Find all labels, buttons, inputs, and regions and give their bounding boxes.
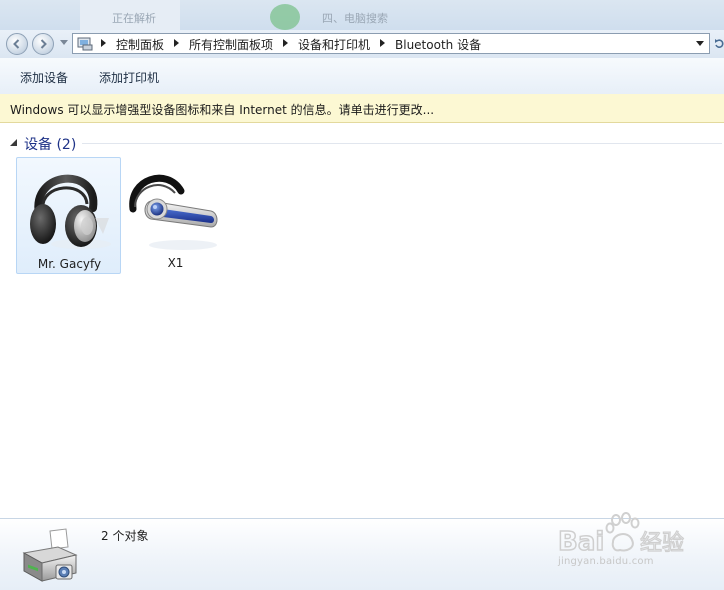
breadcrumb-separator-icon [101, 39, 106, 47]
address-bar[interactable]: 控制面板 所有控制面板项 设备和打印机 Bluetooth 设备 [72, 33, 710, 54]
command-toolbar: 添加设备 添加打印机 [0, 58, 724, 95]
control-panel-icon [77, 37, 93, 51]
background-text-left: 正在解析 [112, 12, 156, 25]
back-button[interactable] [6, 33, 28, 55]
device-tile-headset[interactable]: X1 [123, 157, 228, 274]
breadcrumb-item-devices-printers[interactable]: 设备和打印机 [298, 36, 370, 53]
svg-text:经验: 经验 [640, 531, 684, 556]
devices-group-header[interactable]: 设备 (2) [10, 133, 722, 153]
explorer-window: 正在解析 四、电脑搜索 控制面板 所有控制面板项 设备和打印机 Bluetoot… [0, 0, 724, 590]
refresh-icon[interactable] [714, 39, 724, 49]
forward-arrow-icon [40, 39, 47, 49]
bluetooth-headset-icon [129, 174, 218, 250]
headphones-icon [30, 174, 111, 249]
breadcrumb-item-all-items[interactable]: 所有控制面板项 [189, 36, 273, 53]
baidu-jingyan-logo: Bai 经验 [557, 512, 685, 556]
breadcrumb-separator-icon[interactable] [380, 39, 385, 47]
background-window-strip: 正在解析 四、电脑搜索 [0, 0, 724, 30]
devices-group-title: 设备 (2) [24, 137, 77, 153]
history-dropdown-icon[interactable] [60, 40, 68, 46]
breadcrumb-item-control-panel[interactable]: 控制面板 [116, 36, 164, 53]
breadcrumb-item-bluetooth[interactable]: Bluetooth 设备 [395, 36, 481, 53]
navigation-bar: 控制面板 所有控制面板项 设备和打印机 Bluetooth 设备 [0, 30, 724, 59]
info-bar[interactable]: Windows 可以显示增强型设备图标和来自 Internet 的信息。请单击进… [0, 94, 724, 123]
printer-icon [22, 528, 78, 582]
breadcrumb-separator-icon[interactable] [174, 39, 179, 47]
baidu-watermark: Bai 经验 jingyan.baidu.com [556, 512, 716, 572]
svg-text:Bai: Bai [558, 527, 604, 556]
group-divider [82, 143, 722, 144]
background-text-right: 四、电脑搜索 [322, 12, 388, 25]
info-bar-text: Windows 可以显示增强型设备图标和来自 Internet 的信息。请单击进… [10, 103, 435, 117]
device-list-pane: 设备 (2) Mr. Gacyfy X1 [0, 123, 724, 518]
forward-button[interactable] [32, 33, 54, 55]
watermark-url: jingyan.baidu.com [558, 556, 654, 567]
device-tile-headphones[interactable]: Mr. Gacyfy [16, 157, 121, 274]
add-device-button[interactable]: 添加设备 [20, 69, 68, 86]
back-arrow-icon [13, 39, 20, 49]
add-printer-button[interactable]: 添加打印机 [99, 69, 159, 86]
object-count: 2 个对象 [101, 529, 149, 543]
collapse-triangle-icon[interactable] [10, 139, 17, 146]
breadcrumb-separator-icon[interactable] [283, 39, 288, 47]
device-label: Mr. Gacyfy [37, 257, 102, 271]
background-app-icon [270, 4, 300, 30]
address-dropdown-icon[interactable] [696, 41, 704, 46]
device-label: X1 [167, 256, 184, 270]
